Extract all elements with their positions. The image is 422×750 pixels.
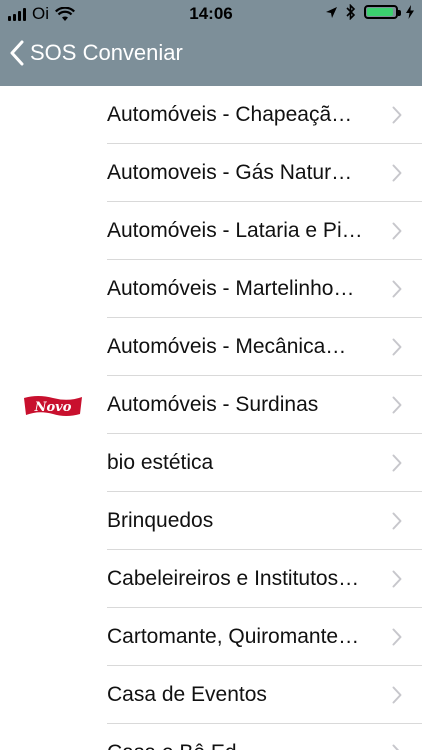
list-item-label: Cabeleireiros e Institutos… (107, 567, 360, 590)
list-item[interactable]: Cabeleireiros e Institutos… (0, 550, 422, 608)
list-item-label: Automóveis - Martelinho… (107, 277, 355, 300)
list-item[interactable]: Automóveis - Lataria e Pi… (0, 202, 422, 260)
bluetooth-icon (346, 4, 356, 20)
list-item[interactable]: Automoveis - Gás Natur… (0, 144, 422, 202)
chevron-left-icon (10, 40, 24, 66)
chevron-right-icon (392, 164, 402, 182)
new-badge-icon: Novo (24, 396, 82, 416)
list-item[interactable]: Casa de Eventos (0, 666, 422, 724)
list-item[interactable]: Automóveis - Surdinas Novo (0, 376, 422, 434)
list-item-label: Casa e Bê Ed… (107, 724, 377, 750)
back-button[interactable]: SOS Conveniar (10, 40, 183, 66)
list-item-label: Automóveis - Surdinas (107, 393, 319, 416)
battery-icon (364, 5, 401, 19)
list-item-label: Automóveis - Mecânica… (107, 335, 347, 358)
chevron-right-icon (392, 512, 402, 530)
back-button-label: SOS Conveniar (30, 40, 183, 65)
list-item-label: Automóveis - Lataria e Pi… (107, 219, 363, 242)
chevron-right-icon (392, 222, 402, 240)
new-badge-text: Novo (34, 400, 72, 415)
list-item[interactable]: bio estética (0, 434, 422, 492)
status-bar: Oi 14:06 (0, 0, 422, 28)
category-list[interactable]: Automóveis - Chapeaçã… Automoveis - Gás … (0, 86, 422, 750)
list-item-label: Automoveis - Gás Natur… (107, 161, 353, 184)
status-right (325, 4, 414, 20)
list-item[interactable]: Automóveis - Chapeaçã… (0, 86, 422, 144)
list-item-label: Casa de Eventos (107, 683, 267, 706)
location-arrow-icon (326, 6, 337, 18)
chevron-right-icon (392, 396, 402, 414)
list-item[interactable]: Automóveis - Mecânica… (0, 318, 422, 376)
list-item-label: bio estética (107, 451, 214, 474)
list-item[interactable]: Cartomante, Quiromante… (0, 608, 422, 666)
chevron-right-icon (392, 338, 402, 356)
charging-bolt-icon (406, 5, 414, 19)
chevron-right-icon (392, 628, 402, 646)
chevron-right-icon (392, 454, 402, 472)
list-item-label: Brinquedos (107, 509, 214, 532)
list-item[interactable]: Casa e Bê Ed… (0, 724, 422, 750)
chevron-right-icon (392, 106, 402, 124)
chevron-right-icon (392, 280, 402, 298)
list-item[interactable]: Automóveis - Martelinho… (0, 260, 422, 318)
navigation-bar: SOS Conveniar (0, 28, 422, 86)
chevron-right-icon (392, 570, 402, 588)
list-item-label: Automóveis - Chapeaçã… (107, 103, 353, 126)
list-item[interactable]: Brinquedos (0, 492, 422, 550)
chevron-right-icon (392, 744, 400, 750)
chevron-right-icon (392, 686, 402, 704)
list-item-label: Cartomante, Quiromante… (107, 625, 360, 648)
